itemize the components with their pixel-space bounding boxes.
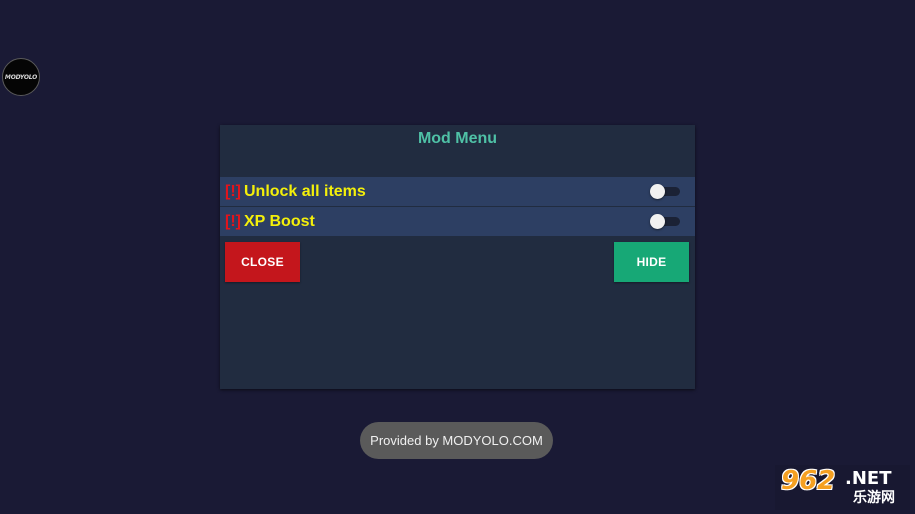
mod-menu-panel: Mod Menu [!] Unlock all items [!] XP Boost… [220,125,695,389]
toggle-thumb [650,184,665,199]
watermark-chinese: 乐游网 [853,490,895,506]
panel-title: Mod Menu [417,130,498,147]
close-button[interactable]: CLOSE [225,242,300,282]
mod-row-xp-boost[interactable]: [!] XP Boost [220,207,695,236]
mod-label: [!] XP Boost [225,207,315,236]
floating-logo-text: MODYOLO [4,73,38,81]
watermark-domain: .NET [845,468,892,489]
mod-label-text: XP Boost [243,213,315,230]
xp-boost-toggle[interactable] [650,214,680,229]
mod-menu-floating-icon[interactable]: MODYOLO [2,58,40,96]
warning-marker: [!] [225,183,241,200]
warning-marker: [!] [225,213,241,230]
mod-label-text: Unlock all items [243,183,366,200]
hide-button[interactable]: HIDE [614,242,689,282]
unlock-all-items-toggle[interactable] [650,184,680,199]
watermark-number: 962 [781,466,836,496]
toast-message: Provided by MODYOLO.COM [360,422,553,459]
site-watermark: 962 .NET 乐游网 [775,465,910,510]
mod-row-unlock-all-items[interactable]: [!] Unlock all items [220,177,695,206]
game-screen: MODYOLO Mod Menu [!] Unlock all items [!]… [0,0,915,514]
toggle-thumb [650,214,665,229]
mod-label: [!] Unlock all items [225,177,366,206]
